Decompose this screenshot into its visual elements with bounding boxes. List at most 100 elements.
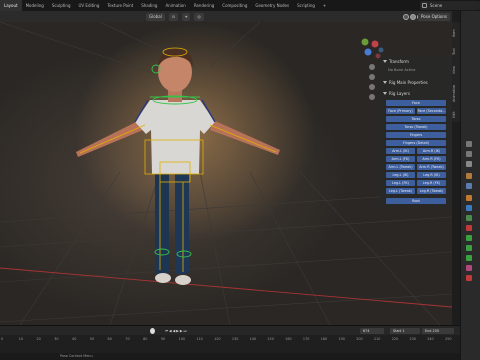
timeline-tick-label: 130 <box>231 337 239 341</box>
tab-modeling[interactable]: Modeling <box>22 0 48 11</box>
proportional-edit-toggle[interactable]: ◎ <box>194 12 204 21</box>
tab-texture-paint[interactable]: Texture Paint <box>103 0 137 11</box>
sidebar-tab-tool[interactable]: Tool <box>452 44 460 60</box>
scene-properties-icon[interactable] <box>466 173 472 179</box>
3d-viewport[interactable]: Transform No Bone Active Rig Main Proper… <box>0 22 452 325</box>
output-properties-icon[interactable] <box>466 161 472 167</box>
add-workspace-button[interactable]: + <box>319 0 330 11</box>
timeline-tick-label: 30 <box>54 337 59 341</box>
no-bone-active-note: No Bone Active <box>388 68 416 72</box>
pose-options-dropdown[interactable]: Pose Options <box>418 13 450 21</box>
sidebar-tab-item[interactable]: Item <box>452 24 460 42</box>
transform-section-header[interactable]: Transform <box>383 59 409 64</box>
rig-layer-fingers-button[interactable]: Fingers <box>386 132 446 138</box>
snap-toggle[interactable]: ⌖ <box>182 12 191 21</box>
bone-constraint-icon[interactable] <box>466 255 472 261</box>
rig-layer-torso-button[interactable]: Torso <box>386 116 446 122</box>
timeline-tick-label: 0 <box>1 337 4 341</box>
rig-layer-arm-l-ik-button[interactable]: Arm.L (IK) <box>386 148 415 154</box>
physics-properties-icon[interactable] <box>466 215 472 221</box>
timeline-tick-label: 70 <box>125 337 130 341</box>
rig-layer-leg-r-ik-button[interactable]: Leg.R (IK) <box>417 172 446 178</box>
status-bar: Pose Context Menu <box>0 353 460 360</box>
data-properties-icon[interactable] <box>466 235 472 241</box>
sidebar-tab-view[interactable]: View <box>452 62 460 78</box>
texture-properties-icon[interactable] <box>466 275 472 281</box>
object-properties-icon[interactable] <box>466 195 472 201</box>
start-frame-field[interactable]: Start 1 <box>390 328 420 334</box>
timeline-tick-label: 60 <box>107 337 112 341</box>
tab-geometry-nodes[interactable]: Geometry Nodes <box>251 0 293 11</box>
tool-properties-icon[interactable] <box>466 141 472 147</box>
rig-main-properties-header[interactable]: Rig Main Properties <box>383 80 428 85</box>
rig-layer-root-button[interactable]: Root <box>386 198 446 204</box>
sidebar-tab-edit[interactable]: Edit <box>452 108 460 122</box>
sidebar-tabs: Item Tool View Animation Edit <box>452 22 460 122</box>
tab-rendering[interactable]: Rendering <box>190 0 218 11</box>
rig-layers-header[interactable]: Rig Layers <box>383 91 410 96</box>
rig-layer-arm-l-fk-button[interactable]: Arm.L (FK) <box>386 156 415 162</box>
workspace-tabs-bar: Layout Modeling Sculpting UV Editing Tex… <box>0 0 480 11</box>
render-properties-icon[interactable] <box>466 151 472 157</box>
modifier-properties-icon[interactable] <box>466 205 472 211</box>
timeline-tick-label: 100 <box>178 337 186 341</box>
rig-layer-arm-r-ik-button[interactable]: Arm.R (IK) <box>417 148 446 154</box>
rig-layer-face-primary-button[interactable]: Face (Primary) <box>386 108 415 114</box>
timeline-tick-label: 10 <box>18 337 24 341</box>
timeline-controls: ⏮◀◀▶▶⏭ 674 Start 1 End 250 <box>0 326 460 335</box>
pivot-point-dropdown[interactable]: ⊙ <box>168 12 179 21</box>
rig-layer-fingers-detail-button[interactable]: Fingers (Detail) <box>386 140 446 146</box>
rig-layer-leg-r-fk-button[interactable]: Leg.R (FK) <box>417 180 446 186</box>
timeline-tick-label: 110 <box>196 337 203 341</box>
rig-layer-arm-r-fk-button[interactable]: Arm.R (FK) <box>417 156 446 162</box>
rig-layer-leg-l-ik-button[interactable]: Leg.L (IK) <box>386 172 415 178</box>
tab-compositing[interactable]: Compositing <box>218 0 251 11</box>
material-properties-icon[interactable] <box>466 265 472 271</box>
rig-layer-face-button[interactable]: Face <box>386 100 446 106</box>
viewport-header: Global ⊙ ⌖ ◎ <box>0 11 452 22</box>
record-button[interactable] <box>150 328 155 334</box>
timeline-tick-label: 200 <box>356 337 363 341</box>
rig-layer-leg-l-fk-button[interactable]: Leg.L (FK) <box>386 180 415 186</box>
timeline-tick-label: 120 <box>214 337 221 341</box>
tab-uv-editing[interactable]: UV Editing <box>75 0 104 11</box>
scene-icon <box>422 3 427 8</box>
timeline-tick-label: 210 <box>373 337 381 341</box>
end-frame-field[interactable]: End 250 <box>422 328 454 334</box>
x-axis-line <box>0 267 452 308</box>
playback-buttons[interactable]: ⏮◀◀▶▶⏭ <box>162 328 208 334</box>
scene-name: Scene <box>430 3 443 8</box>
bone-properties-icon[interactable] <box>466 245 472 251</box>
timeline-tick-label: 160 <box>285 337 292 341</box>
tab-scripting[interactable]: Scripting <box>293 0 319 11</box>
timeline-tick-label: 90 <box>160 337 166 341</box>
timeline-editor: ⏮◀◀▶▶⏭ 674 Start 1 End 250 Pose Context … <box>0 325 460 360</box>
viewport-nav-buttons[interactable] <box>369 64 375 100</box>
tab-sculpting[interactable]: Sculpting <box>48 0 75 11</box>
properties-editor-strip <box>460 11 480 360</box>
character-model[interactable] <box>76 47 280 285</box>
rig-layer-face-secondary-button[interactable]: Face (Seconda... <box>417 108 446 114</box>
timeline-tick-label: 180 <box>320 337 328 341</box>
transform-orientation-dropdown[interactable]: Global <box>146 12 165 21</box>
timeline-tick-label: 220 <box>391 337 399 341</box>
tab-animation[interactable]: Animation <box>161 0 189 11</box>
rig-layer-arm-l-tweak-button[interactable]: Arm.L (Tweak) <box>386 164 415 170</box>
current-frame-field[interactable]: 674 <box>360 328 384 334</box>
wireframe-shading-button[interactable] <box>403 14 409 20</box>
timeline-tick-label: 170 <box>302 337 310 341</box>
tab-layout[interactable]: Layout <box>0 0 22 11</box>
timeline-tick-label: 150 <box>267 337 274 341</box>
rig-layer-arm-r-tweak-button[interactable]: Arm.R (Tweak) <box>417 164 446 170</box>
scene-selector[interactable]: Scene <box>420 1 480 10</box>
tab-shading[interactable]: Shading <box>137 0 161 11</box>
timeline-tick-label: 80 <box>143 337 148 341</box>
rig-layer-torso-tweak-button[interactable]: Torso (Tweak) <box>386 124 446 130</box>
rig-layer-leg-l-tweak-button[interactable]: Leg.L (Tweak) <box>386 188 415 194</box>
timeline-tick-label: 250 <box>445 337 452 341</box>
rig-layer-leg-r-tweak-button[interactable]: Leg.R (Tweak) <box>417 188 446 194</box>
constraint-properties-icon[interactable] <box>466 225 472 231</box>
sidebar-tab-animation[interactable]: Animation <box>452 80 460 106</box>
world-properties-icon[interactable] <box>466 183 472 189</box>
solid-shading-button[interactable] <box>410 14 416 20</box>
